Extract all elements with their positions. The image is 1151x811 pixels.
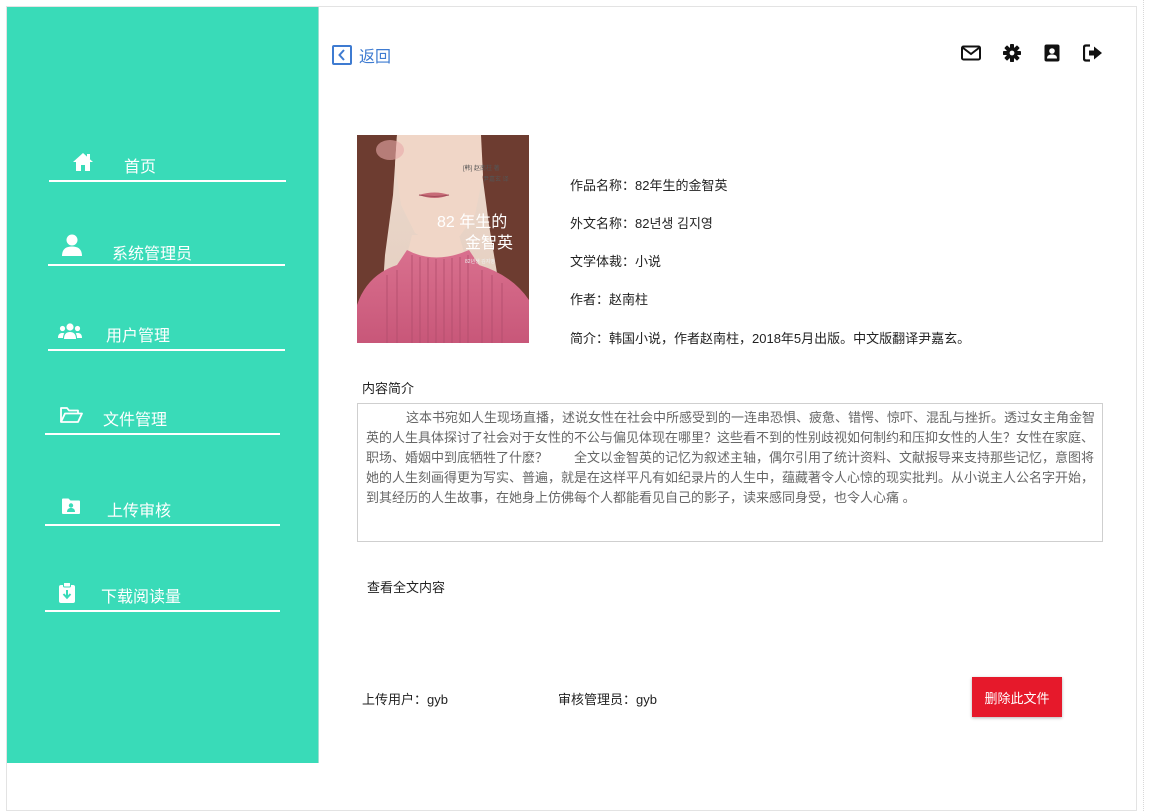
cover-small-text: 82년생 김지영 [465,258,495,265]
sidebar-item-label: 文件管理 [103,412,168,429]
content-summary-text: 这本书宛如人生现场直播，述说女性在社会中所感受到的一连串恐惧、疲惫、错愕、惊吓、… [357,403,1103,542]
cover-small-text: 尹嘉玄 译 [483,175,509,183]
cover-small-text: [韩] 赵南柱 著 [463,164,500,172]
back-label: 返回 [359,49,392,66]
sidebar-item-system-admin[interactable]: 系统管理员 [48,230,285,266]
sidebar-item-label: 下载阅读量 [101,589,182,606]
sidebar-item-user-management[interactable]: 用户管理 [48,315,285,351]
sidebar-item-download-reads[interactable]: 下载阅读量 [45,576,280,612]
back-link[interactable]: 返回 [332,43,391,67]
view-full-content-link[interactable]: 查看全文内容 [367,577,445,596]
sidebar-item-file-management[interactable]: 文件管理 [45,399,280,435]
uploader-label: 上传用户：gyb [362,692,448,707]
book-title: 作品名称：82年生的金智英 [570,178,728,193]
folder-open-icon [59,404,83,426]
logout-icon[interactable] [1082,42,1104,64]
mail-icon[interactable] [960,42,982,64]
book-cover-image: [韩] 赵南柱 著 尹嘉玄 译 82 年生的 金智英 82년생 김지영 [357,135,529,343]
sidebar: 首页 系统管理员 用户管理 文件管理 上传审核 下载阅读量 [7,7,319,763]
settings-icon[interactable] [1001,42,1023,64]
sidebar-item-label: 首页 [124,159,157,176]
scrollbar-divider [1143,0,1144,811]
cover-title: 82 年生的 [437,213,507,231]
sidebar-item-label: 用户管理 [106,328,171,345]
profile-icon[interactable] [1041,42,1063,64]
sidebar-item-home[interactable]: 首页 [49,146,286,182]
book-foreign-title: 外文名称：82년생 김지영 [570,216,713,231]
book-brief: 简介：韩国小说，作者赵南柱，2018年5月出版。中文版翻译尹嘉玄。 [570,331,971,346]
delete-file-button[interactable]: 删除此文件 [972,677,1062,717]
cover-title: 金智英 [465,234,513,252]
sidebar-item-label: 系统管理员 [112,246,193,263]
sidebar-item-upload-review[interactable]: 上传审核 [45,490,280,526]
home-icon [71,151,95,173]
content-summary-title: 内容简介 [362,381,415,396]
book-author: 作者：赵南柱 [570,292,649,307]
user-icon [60,234,84,256]
folder-user-icon [59,495,83,517]
sidebar-item-label: 上传审核 [107,503,172,520]
users-icon [58,320,82,342]
book-genre: 文学体裁：小说 [570,254,662,269]
reviewer-label: 审核管理员：gyb [558,692,657,707]
clipboard-download-icon [55,582,79,604]
chevron-left-icon [332,45,352,65]
